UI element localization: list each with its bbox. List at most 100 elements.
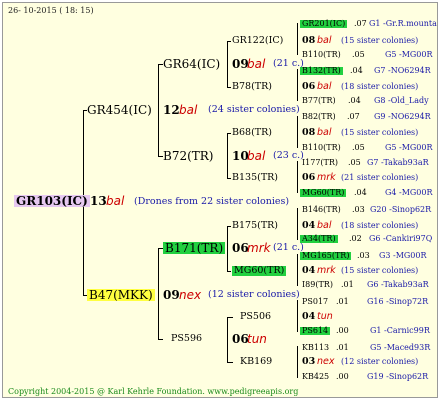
gen4-colony[interactable]: B82(TR): [302, 113, 336, 121]
gen4-tag: G8 -Old_Lady: [374, 96, 429, 105]
gen3-note: (12 sister colonies): [341, 357, 419, 366]
gen4-tag: G7 -NO6294R: [374, 66, 431, 75]
gen3-num: 04: [302, 265, 316, 276]
gen4-colony[interactable]: B77(TR): [302, 97, 336, 105]
gen1-word: nex: [179, 288, 202, 302]
gen4-num: .07: [347, 112, 360, 121]
gen2-word: tun: [247, 332, 267, 346]
copyright-footer: Copyright 2004-2015 @ Karl Kehrle Founda…: [8, 387, 299, 396]
gen4-num: .05: [352, 143, 365, 152]
gen3-colony[interactable]: B68(TR): [232, 128, 272, 138]
gen4-colony[interactable]: MG60(TR): [300, 189, 347, 197]
gen4-num: .00: [336, 372, 349, 381]
gen3-colony[interactable]: MG60(TR): [232, 266, 287, 276]
gen1-colony[interactable]: B47(MKK): [87, 289, 155, 301]
gen4-num: .01: [341, 280, 354, 289]
gen4-colony[interactable]: B132(TR): [300, 67, 343, 75]
gen4-num: .03: [352, 205, 365, 214]
gen3-word: bal: [317, 127, 332, 138]
gen3-note: (15 sister colonies): [341, 36, 419, 45]
gen4-colony[interactable]: A34(TR): [300, 235, 338, 243]
gen4-num: .00: [336, 326, 349, 335]
gen4-num: .01: [336, 343, 349, 352]
gen4-tag: G1 -Gr.R.mounta: [369, 19, 437, 28]
gen1-colony[interactable]: GR454(IC): [87, 104, 152, 116]
gen3-note: (15 sister colonies): [341, 128, 419, 137]
gen3-colony[interactable]: B175(TR): [232, 221, 278, 231]
root-colony[interactable]: GR103(IC): [14, 195, 90, 207]
root-num: 13: [90, 194, 107, 208]
gen3-num: 03: [302, 356, 316, 367]
gen4-tag: G6 -Cankiri97Q: [369, 234, 433, 243]
gen4-colony[interactable]: PS017: [302, 298, 328, 306]
gen3-word: bal: [317, 220, 332, 231]
gen4-num: .04: [354, 188, 367, 197]
gen1-note: (12 sister colonies): [208, 289, 300, 300]
root-word: bal: [106, 194, 125, 208]
gen4-tag: G3 -MG00R: [379, 251, 427, 260]
gen4-colony[interactable]: B146(TR): [302, 206, 341, 214]
gen2-colony[interactable]: B72(TR): [163, 150, 214, 162]
gen3-word: nex: [317, 356, 335, 367]
gen4-num: .02: [349, 234, 362, 243]
gen2-colony[interactable]: PS596: [171, 334, 202, 344]
gen3-num: 04: [302, 311, 316, 322]
gen4-num: .05: [352, 50, 365, 59]
gen4-tag: G19 -Sinop62R: [367, 372, 429, 381]
gen4-tag: G4 -MG00R: [385, 188, 433, 197]
gen4-tag: G9 -NO6294R: [374, 112, 431, 121]
gen4-num: .07: [354, 19, 367, 28]
gen3-note: (18 sister colonies): [341, 82, 419, 91]
gen3-colony[interactable]: PS506: [240, 312, 271, 322]
gen1-word: bal: [179, 103, 198, 117]
gen4-tag: G1 -Carnic99R: [370, 326, 430, 335]
gen3-word: tun: [317, 311, 333, 322]
gen4-colony[interactable]: B110(TR): [302, 144, 341, 152]
gen4-colony[interactable]: B110(TR): [302, 51, 341, 59]
gen3-note: (21 sister colonies): [341, 173, 419, 182]
gen4-tag: G6 -Takab93aR: [367, 280, 429, 289]
gen4-num: .05: [348, 158, 361, 167]
root-note: (Drones from 22 sister colonies): [134, 196, 290, 207]
gen3-num: 06: [302, 81, 316, 92]
pedigree-chart: 26- 10-2015 ( 18: 15) GR103(IC) 13 bal (…: [2, 2, 438, 398]
gen3-colony[interactable]: B78(TR): [232, 82, 272, 92]
gen2-word: bal: [247, 57, 266, 71]
gen3-colony[interactable]: B135(TR): [232, 173, 278, 183]
gen3-num: 04: [302, 220, 316, 231]
gen2-colony[interactable]: GR64(IC): [163, 58, 220, 70]
gen3-word: mrk: [317, 265, 336, 276]
gen2-colony[interactable]: B171(TR): [163, 242, 226, 254]
gen3-word: mrk: [317, 172, 336, 183]
gen4-colony[interactable]: I177(TR): [302, 159, 338, 167]
gen3-colony[interactable]: KB169: [240, 357, 272, 367]
gen4-num: .04: [350, 66, 363, 75]
gen4-tag: G16 -Sinop72R: [367, 297, 429, 306]
gen3-note: (15 sister colonies): [341, 266, 419, 275]
gen3-colony[interactable]: GR122(IC): [232, 36, 283, 46]
gen4-colony[interactable]: KB113: [302, 344, 329, 352]
gen4-num: .01: [336, 297, 349, 306]
gen2-word: bal: [247, 149, 266, 163]
gen4-colony[interactable]: I89(TR): [302, 281, 333, 289]
gen3-word: bal: [317, 81, 332, 92]
gen4-tag: G7 -Takab93aR: [367, 158, 429, 167]
gen4-colony[interactable]: MG165(TR): [300, 252, 352, 260]
gen4-colony[interactable]: GR201(IC): [300, 20, 348, 28]
gen4-num: .04: [348, 96, 361, 105]
gen4-colony[interactable]: KB425: [302, 373, 329, 381]
gen4-tag: G5 -Maced93R: [370, 343, 431, 352]
gen4-colony[interactable]: PS614: [300, 327, 331, 335]
print-date: 26- 10-2015 ( 18: 15): [8, 6, 94, 15]
gen3-num: 08: [302, 35, 316, 46]
gen3-word: bal: [317, 35, 332, 46]
gen1-num: 09: [163, 288, 180, 302]
gen3-num: 06: [302, 172, 316, 183]
gen4-num: .03: [357, 251, 370, 260]
gen3-note: (18 sister colonies): [341, 221, 419, 230]
gen3-num: 08: [302, 127, 316, 138]
gen2-word: mrk: [247, 241, 271, 255]
gen4-tag: G5 -MG00R: [385, 50, 433, 59]
gen1-num: 12: [163, 103, 180, 117]
gen1-note: (24 sister colonies): [208, 104, 300, 115]
